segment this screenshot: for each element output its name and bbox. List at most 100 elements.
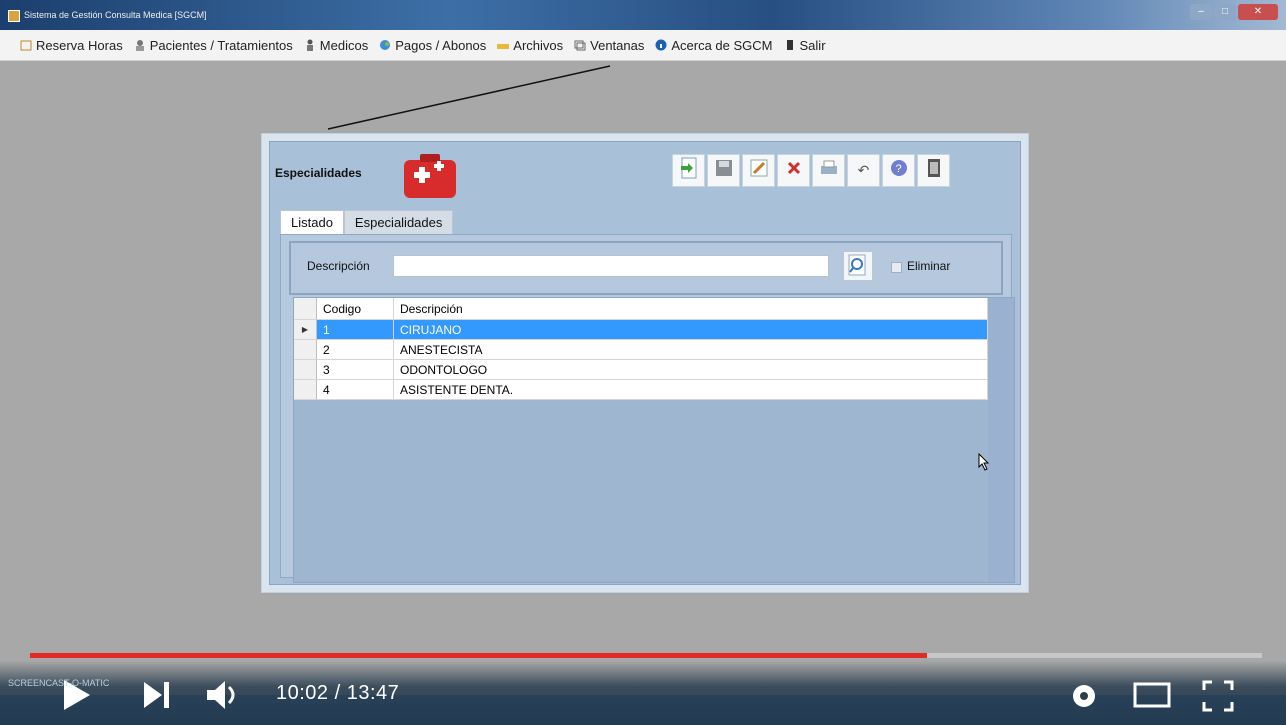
app-window: Sistema de Gestión Consulta Medica [SGCM…	[0, 0, 1286, 725]
window-title: Sistema de Gestión Consulta Medica [SGCM…	[24, 10, 207, 20]
table-row[interactable]: ▶ 1 CIRUJANO	[294, 319, 988, 340]
menu-acerca[interactable]: Acerca de SGCM	[651, 30, 779, 60]
fullscreen-button[interactable]	[1200, 678, 1236, 714]
delete-button[interactable]	[777, 154, 810, 187]
close-window-button[interactable]: ✕	[1238, 4, 1278, 20]
window-controls: – □ ✕	[1188, 4, 1278, 20]
menu-archivos[interactable]: Archivos	[493, 30, 570, 60]
folder-icon	[497, 39, 510, 51]
edit-button[interactable]	[742, 154, 775, 187]
undo-icon: ↶	[857, 162, 870, 178]
app-icon	[8, 10, 20, 22]
edit-icon	[749, 158, 769, 183]
title-bar: Sistema de Gestión Consulta Medica [SGCM…	[0, 0, 1286, 30]
row-header-corner	[294, 298, 317, 320]
menu-label: Pacientes / Tratamientos	[149, 37, 293, 53]
mouse-cursor-icon	[978, 453, 990, 471]
current-row-indicator-icon: ▶	[294, 319, 317, 340]
close-icon	[925, 157, 943, 184]
menu-ventanas[interactable]: Ventanas	[570, 30, 651, 60]
form-body: Especialidades ↶ ? Listado Especialidade…	[269, 141, 1021, 585]
tab-especialidades[interactable]: Especialidades	[343, 210, 454, 234]
row-header	[294, 359, 317, 380]
column-header-descripcion[interactable]: Descripción	[393, 298, 988, 320]
volume-icon	[207, 681, 225, 709]
cell-codigo[interactable]: 1	[316, 319, 394, 340]
menu-label: Acerca de SGCM	[671, 37, 773, 53]
row-header	[294, 379, 317, 400]
menu-label: Pagos / Abonos	[395, 37, 487, 53]
form-header: Especialidades ↶ ?	[270, 142, 1020, 202]
row-header	[294, 339, 317, 360]
menu-reserva-horas[interactable]: Reserva Horas	[16, 30, 130, 60]
cell-descripcion[interactable]: ANESTECISTA	[393, 339, 988, 360]
volume-button[interactable]	[205, 678, 245, 712]
delete-icon	[786, 160, 802, 181]
watermark: SCREENCAST-O-MATIC	[8, 678, 110, 688]
descripcion-input[interactable]	[393, 255, 829, 277]
info-icon	[655, 39, 667, 51]
eliminar-checkbox[interactable]	[891, 262, 902, 273]
menu-pacientes[interactable]: Pacientes / Tratamientos	[130, 30, 300, 60]
cell-codigo[interactable]: 4	[316, 379, 394, 400]
cell-codigo[interactable]: 2	[316, 339, 394, 360]
minimize-button[interactable]: –	[1190, 4, 1212, 20]
form-title: Especialidades	[275, 166, 362, 180]
table-row[interactable]: 4 ASISTENTE DENTA.	[294, 379, 988, 400]
grid-scroll-area[interactable]	[988, 298, 1014, 582]
payments-icon	[379, 39, 391, 51]
menu-label: Salir	[799, 37, 826, 53]
next-button[interactable]	[140, 678, 174, 712]
menu-label: Ventanas	[590, 37, 645, 53]
maximize-button[interactable]: □	[1214, 4, 1236, 20]
theater-mode-button[interactable]	[1132, 678, 1172, 714]
form-toolbar: ↶ ?	[672, 154, 952, 190]
theater-icon	[1133, 682, 1171, 708]
help-icon: ?	[889, 158, 909, 183]
tab-listado[interactable]: Listado	[280, 210, 344, 234]
menu-label: Archivos	[513, 37, 564, 53]
progress-played	[30, 653, 927, 658]
save-icon	[715, 159, 733, 182]
cell-descripcion[interactable]: ODONTOLOGO	[393, 359, 988, 380]
table-row[interactable]: 2 ANESTECISTA	[294, 339, 988, 360]
playback-time: 10:02 / 13:47	[276, 682, 400, 704]
menu-pagos[interactable]: Pagos / Abonos	[375, 30, 493, 60]
cell-descripcion[interactable]: CIRUJANO	[393, 319, 988, 340]
close-form-button[interactable]	[917, 154, 950, 187]
exit-icon	[784, 39, 796, 51]
calendar-icon	[20, 39, 32, 51]
data-table: Codigo Descripción ▶ 1 CIRUJANO 2 ANESTE…	[294, 298, 988, 400]
search-icon	[844, 254, 872, 284]
next-icon	[144, 682, 162, 708]
search-label: Descripción	[307, 259, 370, 273]
especialidades-form: Especialidades ↶ ? Listado Especialidade…	[261, 133, 1029, 593]
eliminar-label: Eliminar	[907, 259, 951, 273]
menu-label: Reserva Horas	[36, 37, 123, 53]
tab-strip: Listado Especialidades	[280, 210, 454, 234]
svg-text:?: ?	[895, 163, 901, 175]
search-group: Descripción Eliminar	[289, 241, 1003, 295]
menu-salir[interactable]: Salir	[780, 30, 833, 60]
menu-medicos[interactable]: Medicos	[300, 30, 375, 60]
new-icon	[679, 157, 699, 184]
table-row[interactable]: 3 ODONTOLOGO	[294, 359, 988, 380]
windows-icon	[574, 39, 586, 51]
search-button[interactable]	[843, 251, 873, 281]
fullscreen-icon	[1202, 680, 1234, 712]
especialidades-grid: Codigo Descripción ▶ 1 CIRUJANO 2 ANESTE…	[293, 297, 1015, 583]
first-aid-kit-icon	[400, 150, 460, 200]
player-controls: 10:02 / 13:47	[0, 670, 1286, 720]
menu-label: Medicos	[319, 37, 369, 53]
cell-codigo[interactable]: 3	[316, 359, 394, 380]
cell-descripcion[interactable]: ASISTENTE DENTA.	[393, 379, 988, 400]
settings-button[interactable]	[1066, 678, 1102, 714]
column-header-codigo[interactable]: Codigo	[316, 298, 394, 320]
print-button[interactable]	[812, 154, 845, 187]
new-button[interactable]	[672, 154, 705, 187]
listado-panel: Descripción Eliminar Codigo Descripción …	[280, 234, 1015, 583]
save-button[interactable]	[707, 154, 740, 187]
menu-bar: Reserva Horas Pacientes / Tratamientos M…	[0, 30, 1286, 61]
undo-button[interactable]: ↶	[847, 154, 880, 187]
help-button[interactable]: ?	[882, 154, 915, 187]
